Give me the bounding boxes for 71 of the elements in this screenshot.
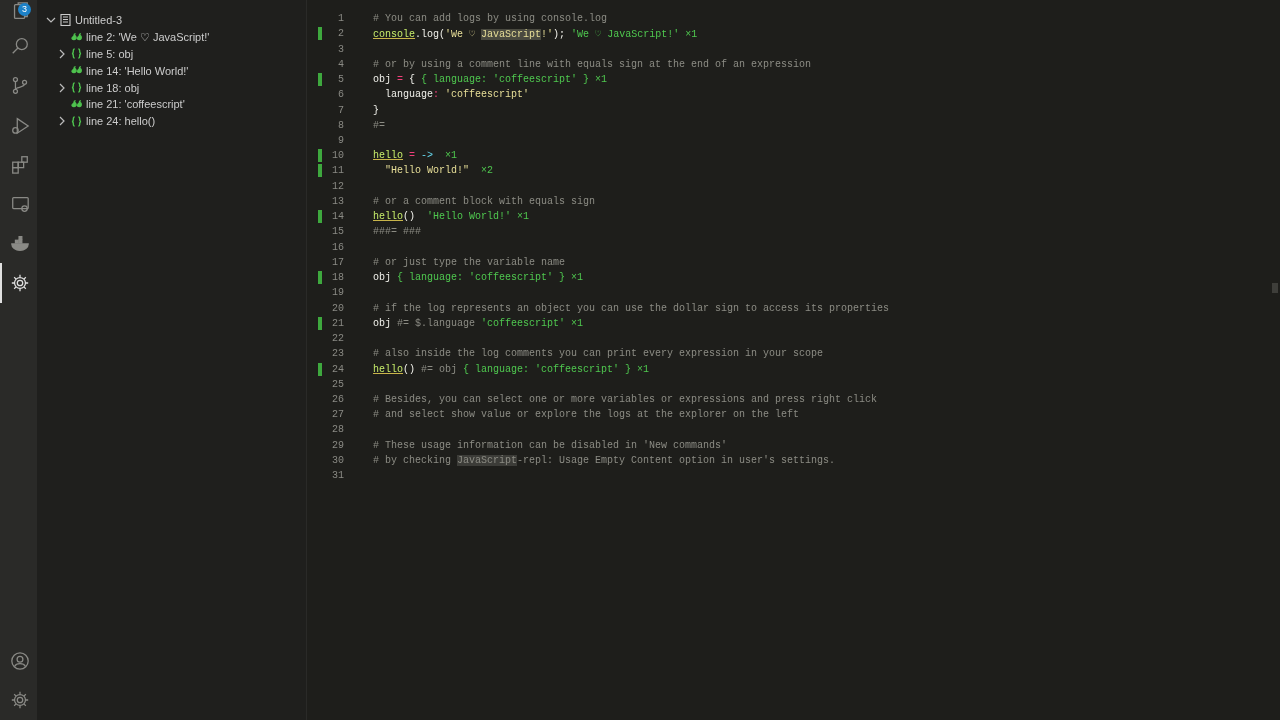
line-number: 5 xyxy=(337,74,344,86)
code-line: hello = -> ×1 xyxy=(373,150,458,162)
log-entry[interactable]: line 18: obj xyxy=(86,81,140,94)
line-number: 22 xyxy=(331,333,344,345)
notification-badge: 3 xyxy=(18,3,31,16)
code-line: # also inside the log comments you can print every expression in your scope xyxy=(373,348,824,360)
quote-icon xyxy=(71,98,82,110)
line-number: 10 xyxy=(331,150,344,162)
line-number: 4 xyxy=(337,58,344,70)
line-number: 6 xyxy=(337,89,344,101)
code-line: hello() #= obj { language: 'coffeescript' } ×1 xyxy=(373,363,650,375)
log-entry[interactable]: line 14: 'Hello World!' xyxy=(86,64,189,77)
chevron-icon[interactable] xyxy=(57,49,67,59)
code-line: console.log('We ♡ JavaScript!'); 'We ♡ JavaScript!' ×1 xyxy=(373,27,698,40)
log-entry[interactable]: line 21: 'coffeescript' xyxy=(86,98,185,111)
braces-icon xyxy=(71,115,82,127)
code-line: obj #= $.language 'coffeescript' ×1 xyxy=(373,317,584,329)
code-line: # or a comment block with equals sign xyxy=(373,195,596,207)
line-number: 12 xyxy=(331,180,344,192)
chevron-icon[interactable] xyxy=(57,82,67,93)
log-entry[interactable]: line 2: 'We ♡ JavaScript!' xyxy=(86,30,210,44)
line-number: 11 xyxy=(331,165,344,177)
code-line: # You can add logs by using console.log xyxy=(373,13,608,25)
scrollbar-thumb[interactable] xyxy=(1272,283,1278,293)
code-line: "Hello World!" ×2 xyxy=(384,165,494,177)
line-number: 14 xyxy=(331,211,344,223)
code-line: # if the log represents an object you can use the dollar sign to access its properties xyxy=(373,302,890,314)
chevron-icon[interactable] xyxy=(57,116,67,127)
line-number: 8 xyxy=(337,119,344,131)
line-number: 27 xyxy=(331,409,344,421)
line-number: 15 xyxy=(331,226,344,238)
document-icon xyxy=(60,14,71,27)
line-number: 17 xyxy=(331,256,344,268)
line-number: 1 xyxy=(337,13,344,25)
line-number: 26 xyxy=(331,393,344,405)
line-number: 9 xyxy=(337,135,344,146)
line-number: 16 xyxy=(331,241,344,253)
line-number: 19 xyxy=(331,287,344,299)
code-line: # by checking JavaScript-repl: Usage Empty Content option in user's settings. xyxy=(373,454,836,466)
line-number: 7 xyxy=(337,104,344,116)
code-line: obj = { { language: 'coffeescript' } ×1 xyxy=(373,74,608,86)
line-number: 18 xyxy=(331,272,344,284)
code-line: language: 'coffeescript' xyxy=(384,89,530,101)
line-number: 2 xyxy=(337,28,344,40)
log-entry[interactable]: line 5: obj xyxy=(86,48,134,60)
quote-icon xyxy=(71,31,82,43)
line-number: 31 xyxy=(331,470,344,482)
code-line: # or by using a comment line with equals sign at the end of an expression xyxy=(373,58,812,70)
line-number: 13 xyxy=(331,195,344,207)
code-line: hello() 'Hello World!' ×1 xyxy=(373,211,530,223)
line-number: 23 xyxy=(331,348,344,360)
code-line: #= xyxy=(373,119,385,131)
line-number: 30 xyxy=(331,454,344,466)
code-line: ###= ### xyxy=(373,226,421,238)
code-line: # or just type the variable name xyxy=(373,256,566,268)
code-line: # and select show value or explore the logs at the explorer on the left xyxy=(373,409,800,421)
line-number: 20 xyxy=(331,302,344,314)
braces-icon xyxy=(71,48,82,60)
code-line: # Besides, you can select one or more variables or expressions and press right click xyxy=(373,393,878,405)
code-line: obj { language: 'coffeescript' } ×1 xyxy=(373,272,584,284)
code-line: # These usage information can be disabled in 'New commands' xyxy=(373,439,728,451)
line-number: 3 xyxy=(337,43,344,55)
line-number: 21 xyxy=(331,317,344,329)
line-number: 24 xyxy=(331,363,344,375)
line-number: 25 xyxy=(331,378,344,390)
braces-icon xyxy=(71,82,82,94)
line-number: 28 xyxy=(331,424,344,436)
line-number: 29 xyxy=(331,439,344,451)
code-line: } xyxy=(373,104,379,116)
file-name[interactable]: Untitled-3 xyxy=(75,14,123,27)
log-entry[interactable]: line 24: hello() xyxy=(86,115,156,128)
